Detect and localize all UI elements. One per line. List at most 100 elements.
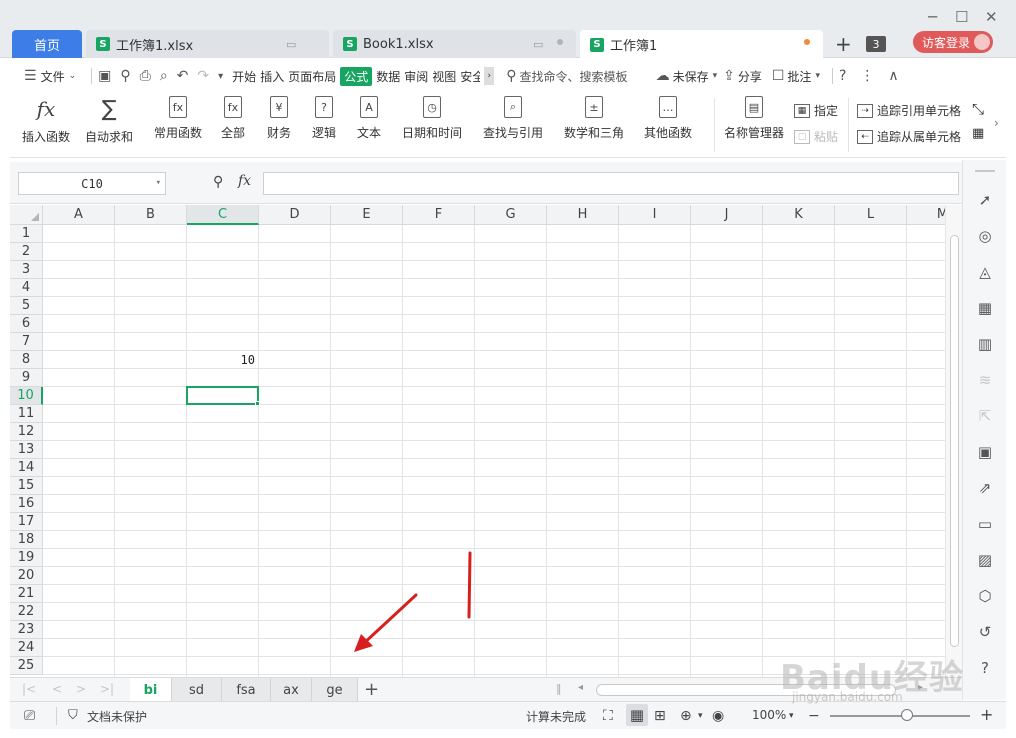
cell-value[interactable]: 10: [187, 353, 255, 367]
menu-security[interactable]: 安全: [460, 68, 480, 85]
row-header[interactable]: 24: [10, 639, 43, 657]
share-out-icon[interactable]: ⇗: [975, 478, 995, 498]
print-preview-icon[interactable]: ⌕: [160, 68, 168, 84]
selected-cell[interactable]: [186, 386, 259, 405]
chevron-down-icon[interactable]: ▾: [698, 711, 703, 721]
chevron-down-icon[interactable]: ▾: [789, 711, 794, 721]
minimize-button[interactable]: ─: [928, 8, 937, 26]
menu-scroll-right[interactable]: ›: [484, 67, 495, 85]
next-sheet-icon[interactable]: >: [76, 682, 86, 696]
column-header[interactable]: B: [115, 205, 187, 225]
row-header[interactable]: 6: [10, 315, 43, 333]
comment-button[interactable]: 批注: [787, 68, 811, 85]
row-header[interactable]: 12: [10, 423, 43, 441]
row-header[interactable]: 17: [10, 513, 43, 531]
column-header[interactable]: F: [403, 205, 475, 225]
lookup-button[interactable]: ⌕ 查找与引用: [483, 96, 543, 141]
remove-arrows-icon[interactable]: ⤡: [972, 100, 984, 118]
row-header[interactable]: 9: [10, 369, 43, 387]
picture-icon[interactable]: ▨: [975, 550, 995, 570]
command-search[interactable]: 查找命令、搜索模板: [520, 68, 628, 85]
common-functions-button[interactable]: fx 常用函数: [154, 96, 202, 141]
show-formulas-icon[interactable]: ▦: [972, 126, 984, 141]
chart-icon[interactable]: ▥: [975, 334, 995, 354]
filter-icon[interactable]: ≋: [975, 370, 995, 390]
column-header[interactable]: J: [691, 205, 763, 225]
protect-status[interactable]: 文档未保护: [87, 708, 147, 725]
column-header[interactable]: A: [43, 205, 115, 225]
column-header[interactable]: E: [331, 205, 403, 225]
menu-view[interactable]: 视图: [432, 68, 456, 85]
export-icon[interactable]: ⇱: [975, 406, 995, 426]
shield-icon[interactable]: ⬡: [975, 586, 995, 606]
datetime-button[interactable]: ◷ 日期和时间: [402, 96, 462, 141]
row-header[interactable]: 8: [10, 351, 43, 369]
row-header[interactable]: 5: [10, 297, 43, 315]
save-icon[interactable]: ▣: [98, 68, 111, 84]
help-circle-icon[interactable]: ?: [975, 658, 995, 678]
zoom-slider-knob[interactable]: [901, 709, 913, 721]
row-header[interactable]: 3: [10, 261, 43, 279]
fullscreen-icon[interactable]: ⛶: [603, 708, 613, 724]
row-header[interactable]: 15: [10, 477, 43, 495]
column-header[interactable]: C: [187, 205, 259, 225]
trace-dependents-button[interactable]: ⇠ 追踪从属单元格: [857, 128, 961, 145]
page-break-icon[interactable]: ⊞: [654, 708, 666, 724]
collapse-ribbon-icon[interactable]: ∧: [888, 68, 898, 84]
column-header[interactable]: K: [763, 205, 835, 225]
insert-function-button[interactable]: fx 插入函数: [22, 96, 70, 145]
row-header[interactable]: 18: [10, 531, 43, 549]
sheet-tab[interactable]: sd: [172, 678, 222, 702]
menu-insert[interactable]: 插入: [260, 68, 284, 85]
more-icon[interactable]: ⋮: [860, 68, 874, 84]
chevron-down-icon[interactable]: ⌄: [69, 71, 77, 81]
specify-button[interactable]: ▦ 指定: [794, 102, 838, 119]
close-button[interactable]: ✕: [985, 8, 998, 26]
tab-document[interactable]: S Book1.xlsx ▭: [333, 30, 576, 58]
row-header[interactable]: 11: [10, 405, 43, 423]
maximize-button[interactable]: ☐: [955, 8, 968, 26]
chevron-down-icon[interactable]: ▾: [156, 178, 161, 188]
eye-protection-icon[interactable]: ◉: [712, 708, 724, 724]
row-header[interactable]: 19: [10, 549, 43, 567]
row-header[interactable]: 25: [10, 657, 43, 675]
zoom-level[interactable]: 100%: [752, 708, 786, 722]
menu-review[interactable]: 审阅: [404, 68, 428, 85]
tab-home[interactable]: 首页: [12, 30, 82, 58]
history-icon[interactable]: ↺: [975, 622, 995, 642]
share-button[interactable]: 分享: [738, 68, 762, 85]
redo-icon[interactable]: ↷: [197, 68, 209, 84]
zoom-in-icon[interactable]: +: [980, 705, 993, 724]
row-header[interactable]: 13: [10, 441, 43, 459]
monitor-icon[interactable]: ▭: [533, 38, 543, 51]
scrollbar-thumb[interactable]: [950, 235, 959, 647]
math-button[interactable]: ± 数学和三角: [564, 96, 624, 141]
print-icon[interactable]: ⎙: [140, 68, 151, 84]
ribbon-scroll-right[interactable]: ›: [994, 116, 999, 130]
text-button[interactable]: A 文本: [357, 96, 381, 141]
row-header[interactable]: 4: [10, 279, 43, 297]
archive-icon[interactable]: ▭: [975, 514, 995, 534]
style-icon[interactable]: ◬: [975, 262, 995, 282]
column-header[interactable]: G: [475, 205, 547, 225]
last-sheet-icon[interactable]: >|: [100, 682, 114, 696]
sheet-tab[interactable]: ax: [271, 678, 312, 702]
formula-input[interactable]: [263, 172, 959, 195]
hamburger-icon[interactable]: ☰: [24, 68, 37, 84]
shapes-icon[interactable]: ◎: [975, 226, 995, 246]
menu-data[interactable]: 数据: [376, 68, 400, 85]
trace-precedents-button[interactable]: ⇢ 追踪引用单元格: [857, 102, 961, 119]
normal-view-icon[interactable]: ▦: [626, 704, 648, 726]
sheet-tab[interactable]: bi: [130, 678, 172, 702]
monitor-icon[interactable]: ▭: [286, 38, 296, 51]
help-icon[interactable]: ?: [839, 68, 846, 84]
other-functions-button[interactable]: … 其他函数: [644, 96, 692, 141]
all-functions-button[interactable]: fx 全部: [221, 96, 245, 141]
row-header[interactable]: 1: [10, 225, 43, 243]
name-manager-button[interactable]: ▤ 名称管理器: [724, 96, 784, 141]
column-header[interactable]: I: [619, 205, 691, 225]
cursor-select-icon[interactable]: ➚: [975, 190, 995, 210]
zoom-slider[interactable]: [830, 709, 970, 721]
row-header[interactable]: 16: [10, 495, 43, 513]
menu-page-layout[interactable]: 页面布局: [288, 68, 336, 85]
